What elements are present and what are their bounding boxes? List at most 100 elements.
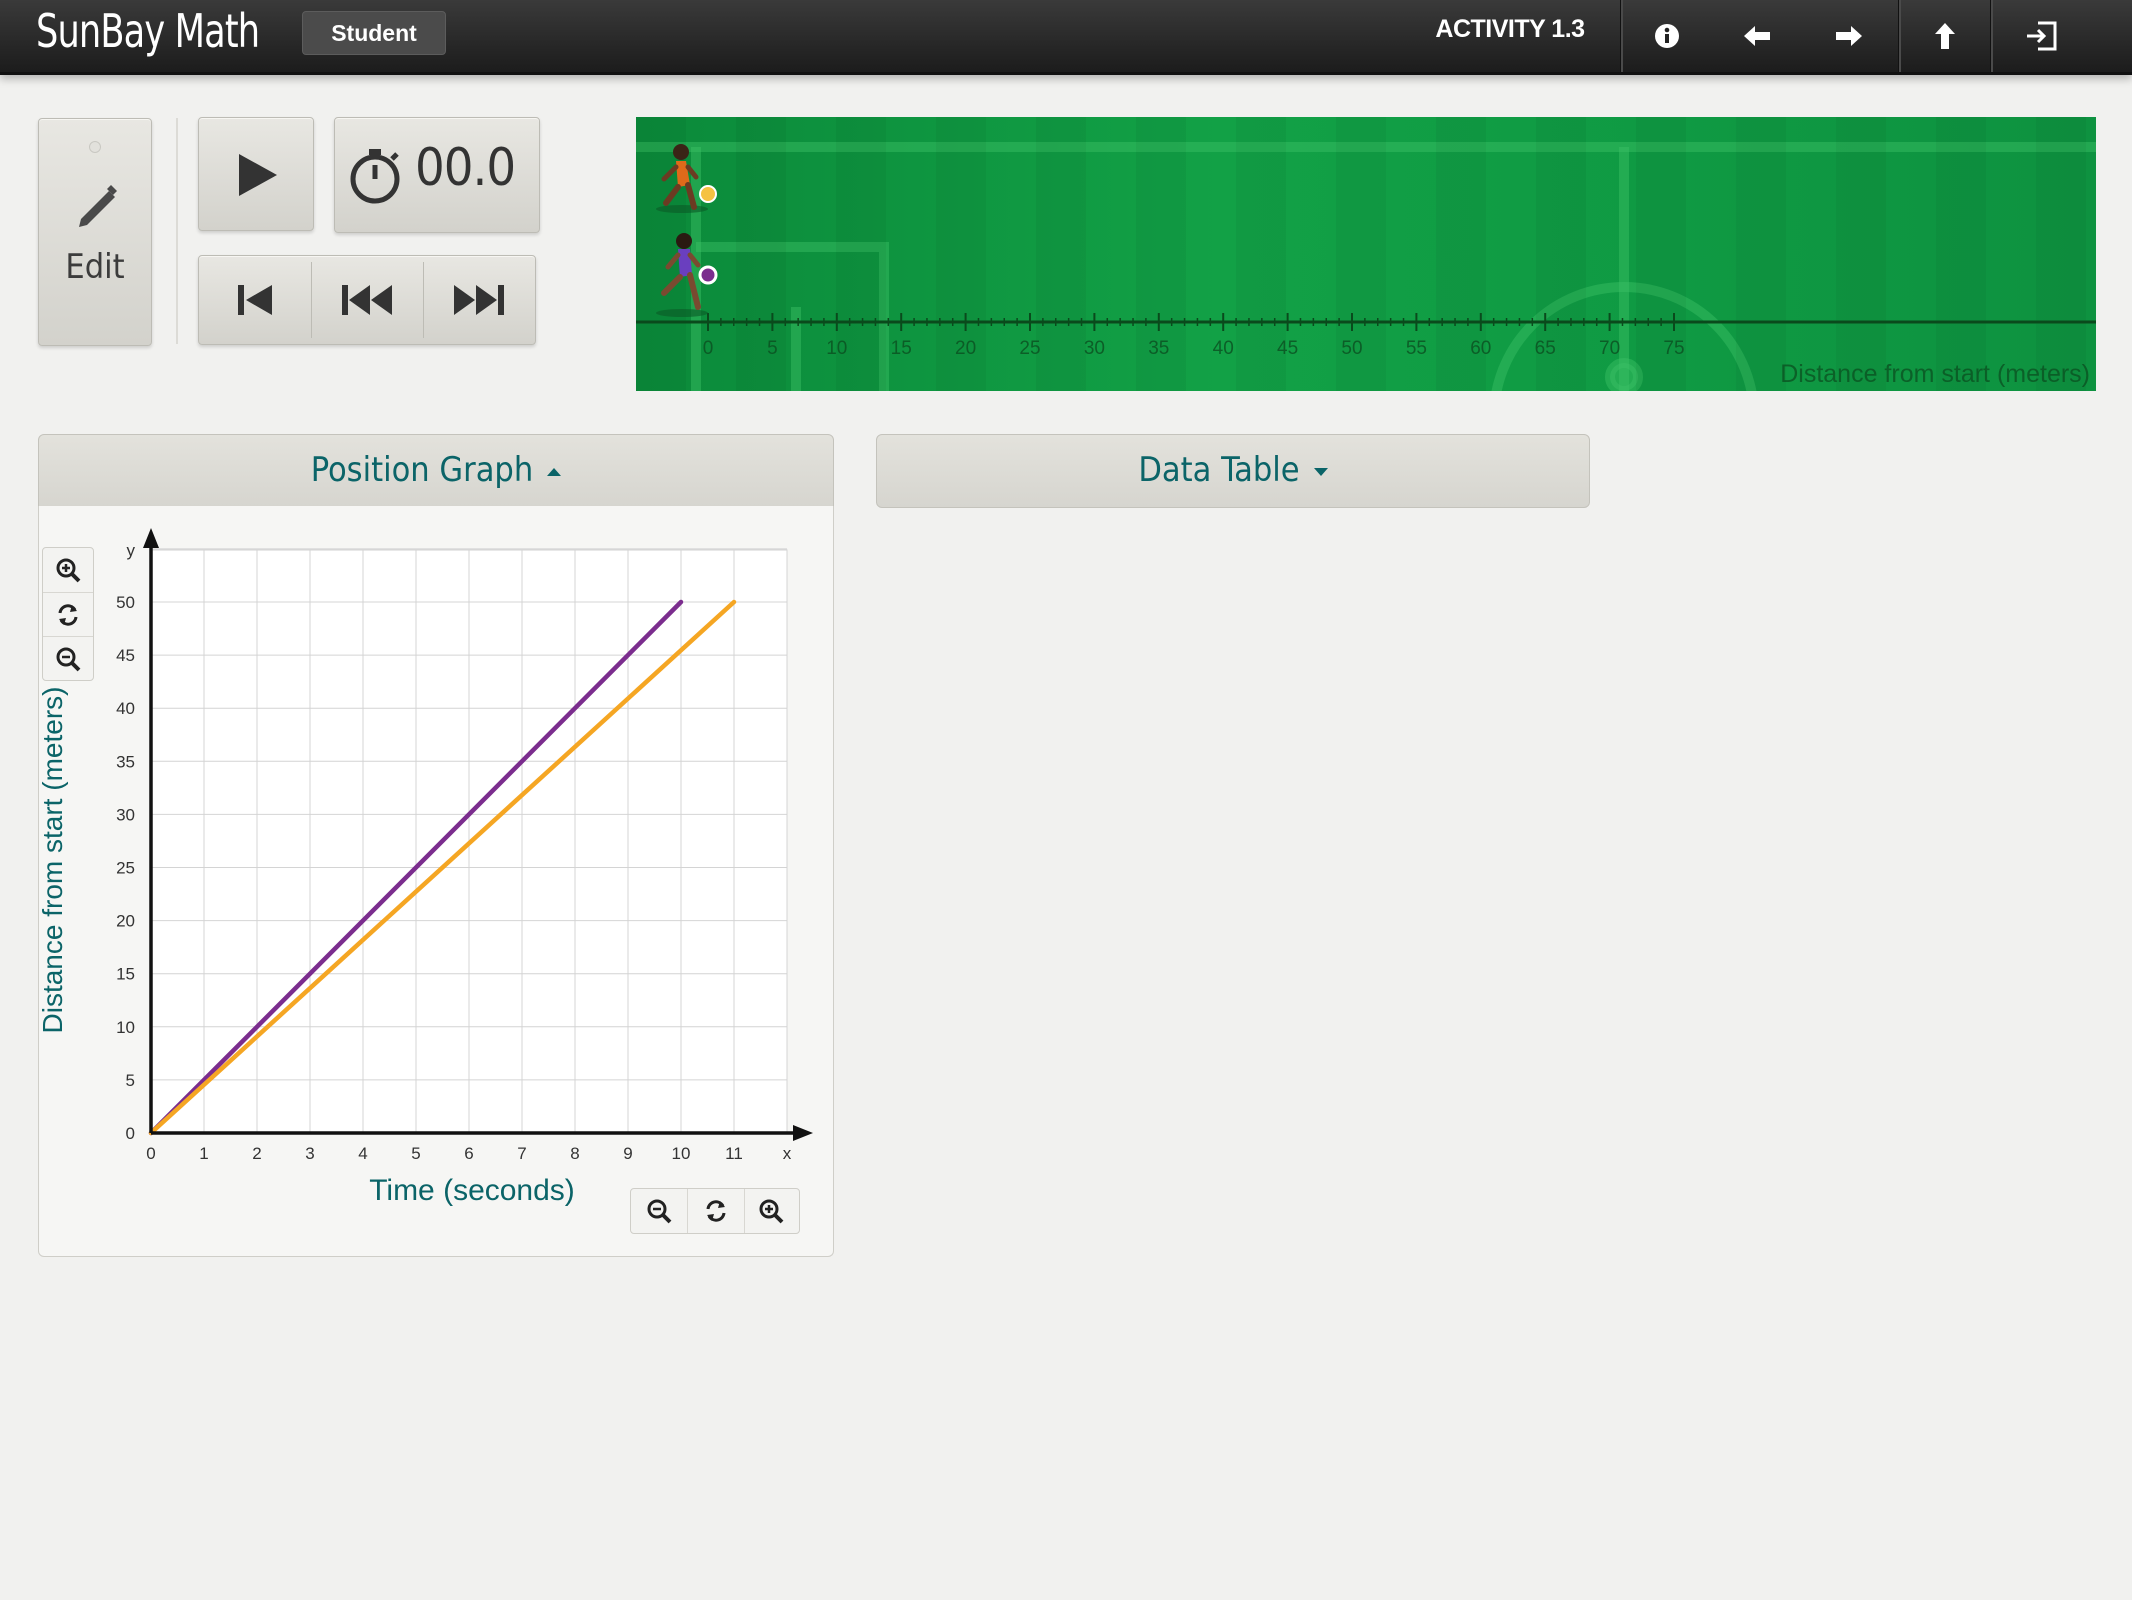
- y-tick-label: 40: [116, 699, 135, 718]
- position-graph[interactable]: 0 1 2 3 4 5 6 7 8 9 10 11 x05101520253035404550y: [38, 506, 838, 1206]
- ruler-tick-label: 55: [1406, 338, 1427, 359]
- pencil-icon: [79, 185, 117, 227]
- skip-to-start-icon: [238, 285, 272, 315]
- ruler-tick-label: 10: [826, 338, 847, 359]
- skip-to-start-button[interactable]: [199, 256, 311, 344]
- info-button[interactable]: [1622, 0, 1712, 72]
- rewind-icon: [342, 285, 392, 315]
- play-icon: [239, 154, 277, 196]
- arrow-up-icon: [1935, 23, 1955, 49]
- soccer-field: 0 5 10 15 20 25 30 35 40 45 50 55 60 65 70 75 Distance …: [636, 117, 2096, 391]
- ruler-tick-label: 50: [1341, 338, 1362, 359]
- y-axis-letter: y: [127, 541, 136, 560]
- ruler-tick-label: 40: [1213, 338, 1234, 359]
- x-axis-label: Time (seconds): [369, 1174, 575, 1207]
- x-zoom-controls: [630, 1188, 800, 1234]
- refresh-icon: [58, 604, 78, 626]
- y-tick-label: 5: [126, 1071, 135, 1090]
- data-table-title: Data Table: [1138, 450, 1300, 490]
- y-tick-label: 45: [116, 646, 135, 665]
- x-tick-label: 9: [623, 1144, 632, 1163]
- zoom-out-icon: [647, 1199, 672, 1224]
- y-tick-label: 10: [116, 1018, 135, 1037]
- zoom-out-icon: [56, 647, 81, 672]
- y-reset-button[interactable]: [43, 592, 93, 637]
- x-tick-label: 3: [305, 1144, 314, 1163]
- x-tick-label: 11: [725, 1144, 743, 1163]
- field-stripe: [1936, 117, 1986, 391]
- rewind-button[interactable]: [311, 256, 423, 344]
- field-stripe: [2036, 117, 2086, 391]
- ruler-tick-label: 5: [767, 338, 778, 359]
- y-tick-label: 15: [116, 965, 135, 984]
- ruler-tick-label: 25: [1019, 338, 1040, 359]
- x-zoom-in-button[interactable]: [743, 1189, 799, 1233]
- y-tick-label: 30: [116, 805, 135, 824]
- status-dot: [89, 141, 101, 153]
- arrow-left-icon: [1744, 26, 1770, 46]
- y-axis-label: Distance from start (meters): [37, 686, 68, 1034]
- y-zoom-in-button[interactable]: [43, 548, 93, 592]
- arrow-right-icon: [1836, 26, 1862, 46]
- x-axis-arrow: [793, 1125, 813, 1141]
- ruler-tick-label: 75: [1663, 338, 1684, 359]
- field-markings: 0 5 10 15 20 25 30 35 40 45 50 55 60 65 70 75: [636, 117, 2096, 391]
- top-bar: SunBay Math Student ACTIVITY 1.3: [0, 0, 2132, 75]
- x-reset-button[interactable]: [687, 1189, 745, 1233]
- activity-label: ACTIVITY 1.3: [1435, 15, 1585, 43]
- x-tick-label: 6: [464, 1144, 473, 1163]
- y-tick-label: 25: [116, 859, 135, 878]
- y-tick-label: 50: [116, 593, 135, 612]
- ruler-tick-label: 0: [703, 338, 714, 359]
- controls-divider: [176, 118, 178, 344]
- x-tick-label: 2: [252, 1144, 261, 1163]
- position-graph-title: Position Graph: [310, 450, 534, 490]
- x-zoom-out-button[interactable]: [631, 1189, 687, 1233]
- x-tick-label: 0: [146, 1144, 155, 1163]
- y-tick-label: 35: [116, 752, 135, 771]
- exit-icon: [2027, 21, 2057, 51]
- ruler-tick-label: 20: [955, 338, 976, 359]
- fast-forward-icon: [454, 285, 504, 315]
- zoom-in-icon: [759, 1199, 784, 1224]
- up-button[interactable]: [1900, 0, 1990, 72]
- ruler-tick-label: 65: [1535, 338, 1556, 359]
- ruler-tick-label: 15: [891, 338, 912, 359]
- app-title: SunBay Math: [36, 4, 260, 58]
- y-zoom-out-button[interactable]: [43, 636, 93, 681]
- ruler-tick-label: 60: [1470, 338, 1491, 359]
- fast-forward-button[interactable]: [423, 256, 535, 344]
- y-axis-arrow: [143, 528, 159, 548]
- stopwatch-icon: [350, 149, 400, 204]
- y-tick-label: 0: [126, 1124, 135, 1143]
- back-button[interactable]: [1712, 0, 1802, 72]
- x-tick-label: 10: [672, 1144, 691, 1163]
- x-tick-label: 1: [199, 1144, 208, 1163]
- playback-group: [198, 255, 536, 345]
- edit-button[interactable]: Edit: [38, 118, 152, 346]
- field-axis-label: Distance from start (meters): [1780, 360, 2090, 388]
- y-zoom-controls: [42, 547, 94, 681]
- caret-up-icon: [547, 467, 562, 476]
- forward-button[interactable]: [1804, 0, 1894, 72]
- exit-button[interactable]: [1996, 0, 2086, 72]
- x-tick-label: 8: [570, 1144, 579, 1163]
- edit-label: Edit: [65, 247, 125, 287]
- position-graph-header[interactable]: Position Graph: [38, 434, 834, 508]
- field-stripe: [736, 117, 786, 391]
- y-tick-label: 20: [116, 912, 135, 931]
- play-button[interactable]: [198, 117, 314, 231]
- info-icon: [1655, 24, 1679, 48]
- ruler-tick-label: 35: [1148, 338, 1169, 359]
- timer-display: 00.0: [334, 117, 540, 233]
- x-tick-label: 7: [517, 1144, 526, 1163]
- refresh-icon: [706, 1200, 726, 1222]
- nav-divider: [1990, 0, 1993, 72]
- x-axis-letter: x: [783, 1144, 792, 1163]
- ruler-tick-label: 45: [1277, 338, 1298, 359]
- y-axis-label-clip: Distance from start (meters): [34, 665, 114, 1038]
- caret-down-icon: [1313, 467, 1328, 476]
- data-table-header[interactable]: Data Table: [876, 434, 1590, 508]
- field-stripe: [1036, 117, 1086, 391]
- field-stripe: [1836, 117, 1886, 391]
